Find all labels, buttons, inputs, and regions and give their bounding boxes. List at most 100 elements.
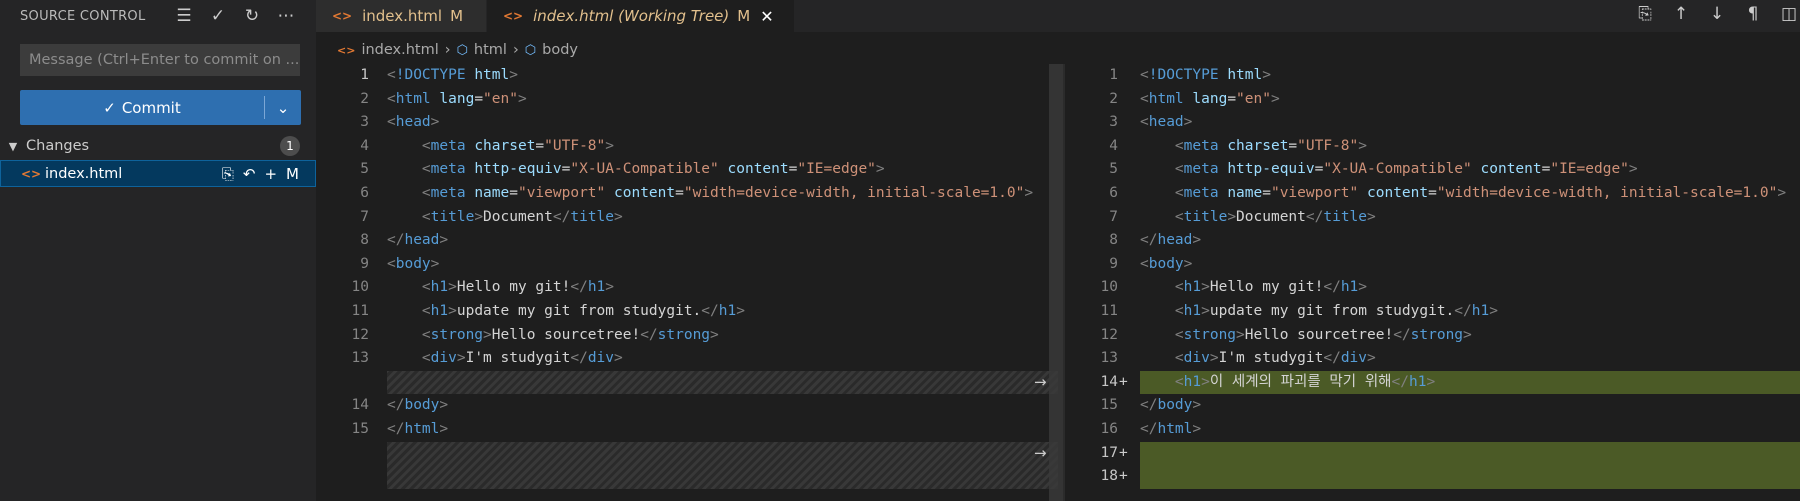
line-number: 13 bbox=[351, 350, 369, 367]
tab-working-tree[interactable]: <> index.html (Working Tree) M ✕ bbox=[487, 0, 794, 32]
sidebar-actions: ☰ ✓ ↻ ⋯ bbox=[172, 4, 298, 28]
whitespace-icon[interactable]: ¶ bbox=[1742, 4, 1764, 24]
stage-changes-icon[interactable]: + bbox=[264, 165, 277, 183]
check-icon[interactable]: ✓ bbox=[206, 4, 230, 28]
added-code-line[interactable]: 14 <h1>이 세계의 파괴를 막기 위해</h1> + → bbox=[1034, 370, 1800, 395]
code-text: <html lang="en"> bbox=[1140, 90, 1280, 107]
breadcrumb: <> index.html › ⬡ html › ⬡ body bbox=[337, 38, 578, 62]
breadcrumb-item[interactable]: html bbox=[474, 42, 507, 58]
chevron-down-icon: ▼ bbox=[8, 139, 18, 153]
tab-index-html[interactable]: <> index.html M bbox=[316, 0, 486, 32]
line-number: 17 bbox=[1100, 444, 1118, 461]
code-line[interactable]: 3 <head> bbox=[1068, 111, 1800, 135]
line-number: 4 bbox=[360, 137, 369, 154]
code-line[interactable]: 9 <body> bbox=[1068, 253, 1800, 277]
code-line[interactable]: 11 <h1>update my git from studygit.</h1> bbox=[316, 300, 1058, 324]
list-icon[interactable]: ☰ bbox=[172, 4, 196, 28]
code-line[interactable]: 12 <strong>Hello sourcetree!</strong> bbox=[1068, 324, 1800, 348]
code-line[interactable]: 10 <h1>Hello my git!</h1> bbox=[316, 276, 1058, 300]
changes-count-badge: 1 bbox=[280, 136, 300, 156]
more-icon[interactable]: ⋯ bbox=[274, 4, 298, 28]
line-number: 5 bbox=[1109, 161, 1118, 178]
breadcrumb-item[interactable]: body bbox=[542, 42, 578, 58]
line-number: 1 bbox=[360, 67, 369, 83]
plus-icon: + bbox=[1119, 373, 1128, 390]
discard-changes-icon[interactable]: ↶ bbox=[243, 165, 256, 183]
code-text: </body> bbox=[387, 397, 449, 414]
code-line[interactable]: 16 </html> bbox=[1068, 418, 1800, 442]
split-editor-icon[interactable]: ◫ bbox=[1778, 4, 1800, 24]
previous-change-icon[interactable]: ↑ bbox=[1670, 4, 1692, 24]
revert-arrow-icon[interactable]: → bbox=[1034, 371, 1047, 395]
html-file-icon: <> bbox=[21, 166, 42, 181]
line-number: 2 bbox=[1109, 90, 1118, 107]
revert-arrow-icon[interactable]: → bbox=[1034, 442, 1047, 466]
code-line[interactable]: 7 <title>Document</title> bbox=[1068, 206, 1800, 230]
added-code-line[interactable]: 17 + → bbox=[1034, 441, 1800, 466]
code-line[interactable]: 5 <meta http-equiv="X-UA-Compatible" con… bbox=[316, 158, 1058, 182]
line-number: 2 bbox=[360, 90, 369, 107]
code-text: <strong>Hello sourcetree!</strong> bbox=[1174, 326, 1472, 343]
diff-filler bbox=[387, 441, 1058, 489]
code-line[interactable]: 15 </html> bbox=[316, 418, 1058, 442]
code-line[interactable]: 4 <meta charset="UTF-8"> bbox=[316, 135, 1058, 159]
commit-main[interactable]: ✓ Commit bbox=[20, 90, 264, 125]
changed-file-item[interactable]: <> index.html ⎘ ↶ + M bbox=[0, 160, 316, 187]
code-line[interactable]: 12 <strong>Hello sourcetree!</strong> bbox=[316, 324, 1058, 348]
code-line[interactable]: 4 <meta charset="UTF-8"> bbox=[1068, 135, 1800, 159]
close-icon[interactable]: ✕ bbox=[760, 7, 773, 26]
code-line[interactable]: 9 <body> bbox=[316, 253, 1058, 277]
file-actions: ⎘ ↶ + M bbox=[222, 165, 299, 183]
code-line[interactable]: 8 </head> bbox=[316, 229, 1058, 253]
code-line[interactable]: 6 <meta name="viewport" content="width=d… bbox=[316, 182, 1058, 206]
commit-button[interactable]: ✓ Commit ⌄ bbox=[20, 90, 301, 125]
code-line[interactable]: 13 <div>I'm studygit</div> bbox=[316, 347, 1058, 371]
diff-divider[interactable] bbox=[1063, 64, 1065, 501]
code-line[interactable]: 7 <title>Document</title> bbox=[316, 206, 1058, 230]
code-line[interactable]: 10 <h1>Hello my git!</h1> bbox=[1068, 276, 1800, 300]
code-line[interactable]: 15 </body> bbox=[1068, 394, 1800, 418]
line-number: 18 bbox=[1100, 468, 1118, 485]
code-line[interactable]: 5 <meta http-equiv="X-UA-Compatible" con… bbox=[1068, 158, 1800, 182]
code-text: </html> bbox=[1140, 421, 1202, 437]
code-text: <h1>이 세계의 파괴를 막기 위해</h1> bbox=[1174, 373, 1436, 390]
changes-section-header[interactable]: ▼ Changes 1 bbox=[0, 133, 316, 159]
code-line[interactable]: 6 <meta name="viewport" content="width=d… bbox=[1068, 182, 1800, 206]
changes-label: Changes bbox=[26, 138, 90, 154]
element-icon: ⬡ bbox=[524, 42, 537, 58]
tab-label: index.html bbox=[362, 7, 443, 25]
code-line[interactable]: 8 </head> bbox=[1068, 229, 1800, 253]
line-number: 10 bbox=[351, 279, 369, 296]
code-line[interactable]: 11 <h1>update my git from studygit.</h1> bbox=[1068, 300, 1800, 324]
open-file-icon[interactable]: ⎘ bbox=[222, 165, 234, 183]
code-text: <meta http-equiv="X-UA-Compatible" conte… bbox=[1174, 161, 1638, 178]
diff-modified-pane[interactable]: 1 <!DOCTYPE html> 2 <html lang="en"> 3 <head>… bbox=[1034, 64, 1800, 501]
code-text: <h1>Hello my git!</h1> bbox=[1174, 279, 1368, 296]
refresh-icon[interactable]: ↻ bbox=[240, 4, 264, 28]
commit-message-input[interactable]: Message (Ctrl+Enter to commit on ... bbox=[20, 44, 300, 76]
added-code-line[interactable]: 18 + bbox=[1101, 465, 1800, 489]
code-line[interactable]: 1 <!DOCTYPE html> bbox=[316, 64, 1058, 88]
code-text: </head> bbox=[1140, 232, 1202, 249]
line-number: 13 bbox=[1100, 350, 1118, 367]
line-number: 15 bbox=[1100, 397, 1118, 414]
html-file-icon: <> bbox=[337, 43, 356, 57]
code-line[interactable]: 1 <!DOCTYPE html> bbox=[1068, 64, 1800, 88]
code-line[interactable]: 14 </body> bbox=[316, 394, 1058, 418]
code-text: <meta charset="UTF-8"> bbox=[421, 137, 614, 154]
plus-icon: + bbox=[1119, 444, 1128, 461]
code-line[interactable]: 2 <html lang="en"> bbox=[1068, 88, 1800, 112]
html-file-icon: <> bbox=[332, 9, 353, 23]
diff-original-pane[interactable]: 1 <!DOCTYPE html> 2 <html lang="en"> 3 <head>… bbox=[316, 64, 1058, 501]
code-line[interactable]: 3 <head> bbox=[316, 111, 1058, 135]
line-number: 11 bbox=[351, 303, 369, 319]
editor-tab-bar: <> index.html M <> index.html (Working T… bbox=[316, 0, 1800, 32]
line-number: 4 bbox=[1109, 137, 1118, 154]
scrollbar[interactable] bbox=[1049, 64, 1063, 501]
breadcrumb-item[interactable]: index.html bbox=[361, 42, 438, 58]
code-line[interactable]: 2 <html lang="en"> bbox=[316, 88, 1058, 112]
commit-dropdown-button[interactable]: ⌄ bbox=[265, 90, 301, 125]
code-line[interactable]: 13 <div>I'm studygit</div> bbox=[1068, 347, 1800, 371]
next-change-icon[interactable]: ↓ bbox=[1706, 4, 1728, 24]
open-file-icon[interactable]: ⎘ bbox=[1634, 4, 1656, 24]
